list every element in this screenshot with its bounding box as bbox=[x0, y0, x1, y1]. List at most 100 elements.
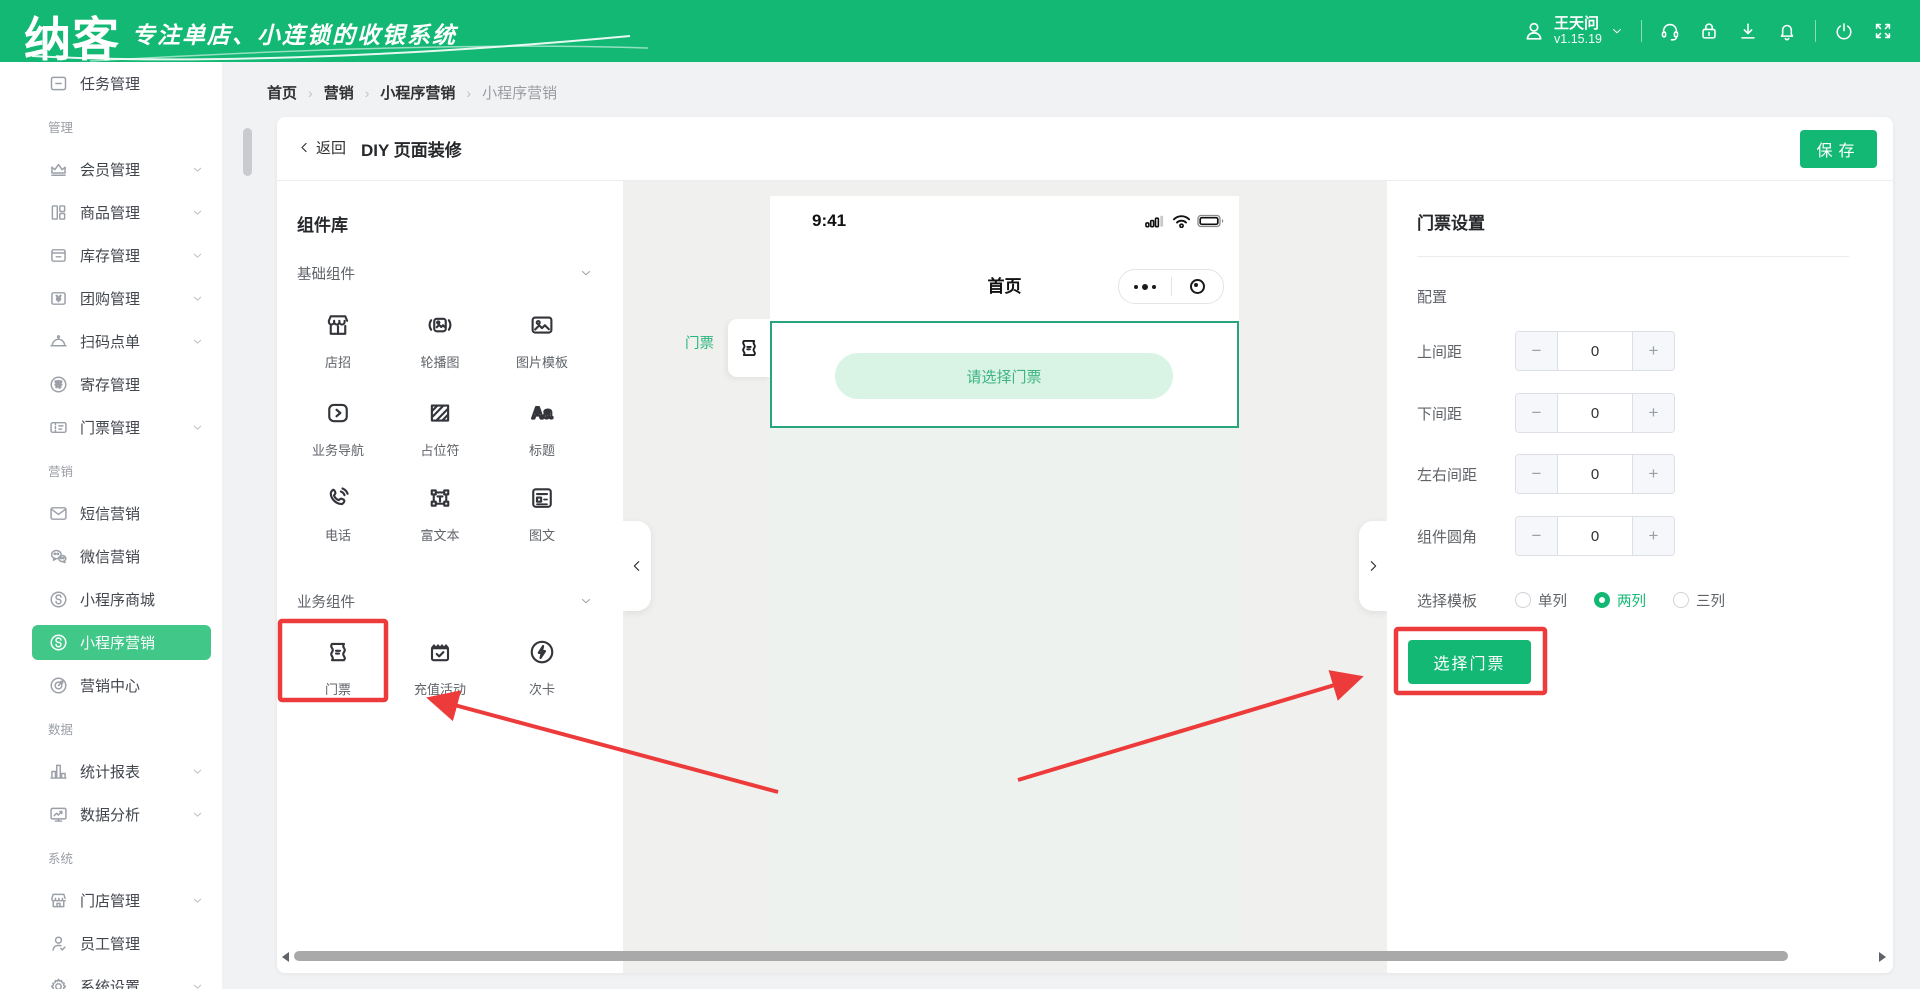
decrement-button[interactable]: − bbox=[1516, 455, 1558, 493]
ticket-icon bbox=[48, 417, 69, 438]
sidebar-item-miniapp-mall[interactable]: 小程序商城 bbox=[0, 578, 222, 621]
increment-button[interactable]: + bbox=[1632, 332, 1674, 370]
sidebar-item-ticket-mgmt[interactable]: 门票管理 bbox=[0, 406, 222, 449]
decrement-button[interactable]: − bbox=[1516, 394, 1558, 432]
sidebar-item-stock-mgmt[interactable]: 库存管理 bbox=[0, 234, 222, 277]
notifications-button[interactable] bbox=[1776, 20, 1798, 42]
phone-status-time: 9:41 bbox=[812, 211, 846, 231]
phone-icon bbox=[323, 483, 353, 513]
component-ticket[interactable]: 门票 bbox=[287, 637, 389, 698]
decrement-button[interactable]: − bbox=[1516, 517, 1558, 555]
component-phone-call[interactable]: 电话 bbox=[287, 483, 389, 544]
collapse-right-panel-handle[interactable] bbox=[1359, 521, 1387, 611]
sidebar-item-goods-mgmt[interactable]: 商品管理 bbox=[0, 191, 222, 234]
component-library-panel: 组件库 基础组件 店招 轮播图 图片模板 业务导航 占位符 标题 电话 富文本 … bbox=[277, 181, 623, 973]
bar-chart-icon bbox=[48, 761, 69, 782]
sidebar-item-data-analysis[interactable]: 数据分析 bbox=[0, 793, 222, 836]
component-title-text[interactable]: 标题 bbox=[491, 398, 593, 459]
radio-single-column[interactable]: 单列 bbox=[1515, 590, 1567, 611]
target-icon bbox=[48, 675, 69, 696]
logout-power-button[interactable] bbox=[1833, 20, 1855, 42]
user-menu[interactable]: 王天问 v1.15.19 bbox=[1522, 15, 1624, 47]
breadcrumb-marketing[interactable]: 营销 bbox=[324, 82, 354, 103]
goods-icon bbox=[48, 202, 69, 223]
download-icon bbox=[1737, 20, 1759, 42]
save-button[interactable]: 保存 bbox=[1800, 130, 1877, 168]
section-basic-components[interactable]: 基础组件 bbox=[297, 263, 593, 283]
component-carousel[interactable]: 轮播图 bbox=[389, 310, 491, 371]
sidebar-item-marketing-center[interactable]: 营销中心 bbox=[0, 664, 222, 707]
sidebar-item-task-mgmt[interactable]: 任务管理 bbox=[0, 62, 222, 105]
sidebar-item-deposit-mgmt[interactable]: 寄存管理 bbox=[0, 363, 222, 406]
sidebar-item-sms-marketing[interactable]: 短信营销 bbox=[0, 492, 222, 535]
top-margin-value[interactable]: 0 bbox=[1558, 332, 1632, 370]
increment-button[interactable]: + bbox=[1632, 517, 1674, 555]
more-dots-icon bbox=[1119, 284, 1171, 290]
support-headset-button[interactable] bbox=[1659, 20, 1681, 42]
radio-three-columns[interactable]: 三列 bbox=[1673, 590, 1725, 611]
section-business-components[interactable]: 业务组件 bbox=[297, 591, 593, 611]
increment-button[interactable]: + bbox=[1632, 394, 1674, 432]
component-shop-sign[interactable]: 店招 bbox=[287, 310, 389, 371]
sidebar-item-statistics[interactable]: 统计报表 bbox=[0, 750, 222, 793]
miniapp-icon bbox=[48, 632, 69, 653]
scroll-right-arrow[interactable] bbox=[1879, 952, 1886, 962]
radio-circle-icon bbox=[1594, 592, 1610, 608]
collapse-left-panel-handle[interactable] bbox=[623, 521, 651, 611]
sidebar-item-groupbuy-mgmt[interactable]: 团购管理 bbox=[0, 277, 222, 320]
radio-two-columns[interactable]: 两列 bbox=[1594, 590, 1646, 611]
select-ticket-placeholder[interactable]: 请选择门票 bbox=[835, 353, 1173, 399]
side-margin-stepper: − 0 + bbox=[1515, 454, 1675, 494]
chevron-down-icon bbox=[579, 594, 593, 608]
phone-status-icons bbox=[1145, 214, 1225, 228]
breadcrumb-separator: › bbox=[466, 85, 471, 101]
component-image-text[interactable]: 图文 bbox=[491, 483, 593, 544]
component-recharge-activity[interactable]: 充值活动 bbox=[389, 637, 491, 698]
breadcrumb-miniapp-marketing[interactable]: 小程序营销 bbox=[380, 82, 455, 103]
phone-page-background bbox=[770, 428, 1239, 944]
horizontal-scrollbar-thumb[interactable] bbox=[294, 951, 1788, 961]
miniapp-capsule[interactable] bbox=[1118, 269, 1224, 304]
select-ticket-button[interactable]: 选择门票 bbox=[1408, 640, 1531, 684]
download-button[interactable] bbox=[1737, 20, 1759, 42]
settings-title: 门票设置 bbox=[1417, 209, 1485, 234]
vertical-scrollbar-thumb[interactable] bbox=[243, 128, 252, 176]
corner-radius-value[interactable]: 0 bbox=[1558, 517, 1632, 555]
sidebar-item-member-mgmt[interactable]: 会员管理 bbox=[0, 148, 222, 191]
sidebar-item-store-mgmt[interactable]: 门店管理 bbox=[0, 879, 222, 922]
back-button[interactable]: 返回 bbox=[297, 137, 346, 158]
sidebar-section-system: 系统 bbox=[0, 836, 222, 879]
decrement-button[interactable]: − bbox=[1516, 332, 1558, 370]
component-float-tab[interactable] bbox=[728, 319, 770, 377]
scroll-left-arrow[interactable] bbox=[282, 952, 289, 962]
image-text-icon bbox=[527, 483, 557, 513]
bottom-margin-value[interactable]: 0 bbox=[1558, 394, 1632, 432]
divider bbox=[1641, 20, 1642, 42]
component-times-card[interactable]: 次卡 bbox=[491, 637, 593, 698]
user-name: 王天问 bbox=[1554, 15, 1602, 32]
chevron-down-icon bbox=[191, 894, 204, 907]
component-image-template[interactable]: 图片模板 bbox=[491, 310, 593, 371]
service-bell-icon bbox=[48, 331, 69, 352]
component-placeholder[interactable]: 占位符 bbox=[389, 398, 491, 459]
wechat-icon bbox=[48, 546, 69, 567]
app-window: 纳客 专注单店、小连锁的收银系统 王天问 v1.15.19 bbox=[0, 0, 1920, 989]
component-rich-text[interactable]: 富文本 bbox=[389, 483, 491, 544]
sidebar-item-system-settings[interactable]: 系统设置 bbox=[0, 965, 222, 989]
sidebar-item-scan-order[interactable]: 扫码点单 bbox=[0, 320, 222, 363]
sidebar-item-miniapp-marketing[interactable]: 小程序营销 bbox=[32, 625, 211, 660]
brand-slogan: 专注单店、小连锁的收银系统 bbox=[132, 16, 457, 50]
ticket-settings-panel: 门票设置 配置 上间距 − 0 + 下间距 − 0 + 左右间 bbox=[1387, 181, 1893, 973]
design-canvas: 9:41 首页 请选择门票 门票 bbox=[623, 181, 1387, 973]
expand-icon bbox=[1872, 20, 1894, 42]
increment-button[interactable]: + bbox=[1632, 455, 1674, 493]
component-business-nav[interactable]: 业务导航 bbox=[287, 398, 389, 459]
sidebar-item-wechat-marketing[interactable]: 微信营销 bbox=[0, 535, 222, 578]
chevron-down-icon bbox=[191, 206, 204, 219]
lock-screen-button[interactable] bbox=[1698, 20, 1720, 42]
fullscreen-button[interactable] bbox=[1872, 20, 1894, 42]
ticket-component-selected[interactable]: 请选择门票 bbox=[770, 321, 1239, 428]
breadcrumb-home[interactable]: 首页 bbox=[267, 82, 297, 103]
side-margin-value[interactable]: 0 bbox=[1558, 455, 1632, 493]
sidebar-item-staff-mgmt[interactable]: 员工管理 bbox=[0, 922, 222, 965]
